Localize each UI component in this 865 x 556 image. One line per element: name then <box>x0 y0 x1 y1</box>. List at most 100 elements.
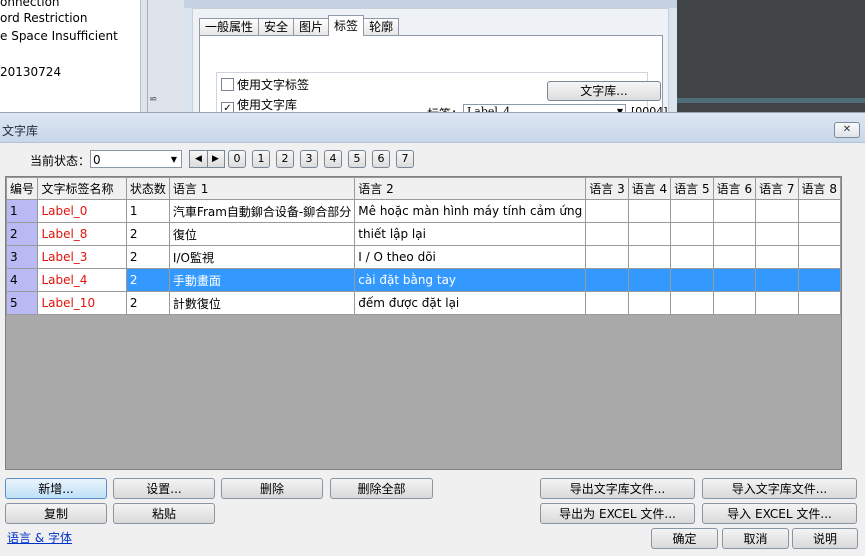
language8-cell[interactable] <box>797 268 842 292</box>
language3-cell[interactable] <box>585 268 629 292</box>
row-id[interactable]: 2 <box>5 222 39 246</box>
state-button-1[interactable]: 1 <box>252 150 270 168</box>
state-count-cell[interactable]: 1 <box>125 199 170 223</box>
column-header[interactable]: 语言 7 <box>755 177 799 200</box>
language5-cell[interactable] <box>670 245 714 269</box>
row-id[interactable]: 1 <box>5 199 39 223</box>
tab-outline[interactable]: 轮廓 <box>363 18 400 36</box>
import-excel-button[interactable]: 导入 EXCEL 文件... <box>702 503 857 524</box>
delete-all-button[interactable]: 删除全部 <box>330 478 433 499</box>
import-library-button[interactable]: 导入文字库文件... <box>702 478 857 499</box>
language5-cell[interactable] <box>670 268 714 292</box>
language6-cell[interactable] <box>712 291 757 315</box>
language5-cell[interactable] <box>670 291 714 315</box>
language4-cell[interactable] <box>627 222 672 246</box>
language2-cell[interactable]: đếm được đặt lại <box>354 291 587 315</box>
state-button-0[interactable]: 0 <box>228 150 246 168</box>
column-header[interactable]: 语言 4 <box>627 177 672 200</box>
table-row[interactable]: 5 Label_10 2 計數復位 đếm được đặt lại <box>5 291 842 315</box>
language4-cell[interactable] <box>627 291 672 315</box>
language3-cell[interactable] <box>585 291 629 315</box>
state-count-cell[interactable]: 2 <box>125 291 170 315</box>
export-excel-button[interactable]: 导出为 EXCEL 文件... <box>540 503 695 524</box>
language8-cell[interactable] <box>797 291 842 315</box>
close-icon[interactable]: ✕ <box>834 122 860 138</box>
settings-button[interactable]: 设置... <box>113 478 215 499</box>
column-header[interactable]: 语言 6 <box>712 177 757 200</box>
label-name-cell[interactable]: Label_3 <box>37 245 127 269</box>
ok-button[interactable]: 确定 <box>651 528 718 549</box>
column-header[interactable]: 语言 1 <box>168 177 356 200</box>
language4-cell[interactable] <box>627 199 672 223</box>
cancel-button[interactable]: 取消 <box>722 528 789 549</box>
label-name-cell[interactable]: Label_8 <box>37 222 127 246</box>
column-header[interactable]: 语言 8 <box>797 177 842 200</box>
language8-cell[interactable] <box>797 199 842 223</box>
language3-cell[interactable] <box>585 199 629 223</box>
state-count-cell[interactable]: 2 <box>125 268 170 292</box>
state-button-2[interactable]: 2 <box>276 150 294 168</box>
state-button-3[interactable]: 3 <box>300 150 318 168</box>
language7-cell[interactable] <box>755 268 799 292</box>
column-header[interactable]: 语言 3 <box>585 177 629 200</box>
language2-cell[interactable]: Mê hoặc màn hình máy tính cảm ứng <box>354 199 587 223</box>
language2-cell[interactable]: cài đặt bằng tay <box>354 268 587 292</box>
delete-button[interactable]: 删除 <box>221 478 323 499</box>
language3-cell[interactable] <box>585 245 629 269</box>
language1-cell[interactable]: 計數復位 <box>168 291 356 315</box>
state-count-cell[interactable]: 2 <box>125 245 170 269</box>
column-header[interactable]: 文字标签名称 <box>37 177 127 200</box>
previous-state-icon[interactable]: ◀ <box>190 151 208 167</box>
state-button-4[interactable]: 4 <box>324 150 342 168</box>
language6-cell[interactable] <box>712 222 757 246</box>
add-button[interactable]: 新增... <box>5 478 107 499</box>
column-header[interactable]: 状态数 <box>125 177 170 200</box>
language1-cell[interactable]: 汽車Fram自動鉚合设备-鉚合部分 <box>168 199 356 223</box>
language5-cell[interactable] <box>670 222 714 246</box>
language1-cell[interactable]: 手動畫面 <box>168 268 356 292</box>
tab-label[interactable]: 标签 <box>328 15 365 36</box>
language7-cell[interactable] <box>755 291 799 315</box>
language7-cell[interactable] <box>755 199 799 223</box>
tab-general[interactable]: 一般属性 <box>199 18 260 36</box>
language5-cell[interactable] <box>670 199 714 223</box>
paste-button[interactable]: 粘贴 <box>113 503 215 524</box>
checkbox-box[interactable] <box>221 78 234 91</box>
text-library-button[interactable]: 文字库... <box>547 81 661 101</box>
label-name-cell[interactable]: Label_10 <box>37 291 127 315</box>
language1-cell[interactable]: I/O監視 <box>168 245 356 269</box>
state-button-6[interactable]: 6 <box>372 150 390 168</box>
language6-cell[interactable] <box>712 245 757 269</box>
language4-cell[interactable] <box>627 268 672 292</box>
language7-cell[interactable] <box>755 222 799 246</box>
row-id[interactable]: 4 <box>5 268 39 292</box>
language3-cell[interactable] <box>585 222 629 246</box>
language6-cell[interactable] <box>712 268 757 292</box>
language4-cell[interactable] <box>627 245 672 269</box>
column-header[interactable]: 语言 2 <box>354 177 587 200</box>
language1-cell[interactable]: 復位 <box>168 222 356 246</box>
column-header[interactable]: 编号 <box>5 177 39 200</box>
table-row[interactable]: 1 Label_0 1 汽車Fram自動鉚合设备-鉚合部分 Mê hoặc mà… <box>5 199 842 223</box>
table-row[interactable]: 3 Label_3 2 I/O監視 I / O theo dõi <box>5 245 842 269</box>
language6-cell[interactable] <box>712 199 757 223</box>
language7-cell[interactable] <box>755 245 799 269</box>
row-id[interactable]: 3 <box>5 245 39 269</box>
current-state-select[interactable]: 0 ▼ <box>90 150 182 168</box>
language2-cell[interactable]: I / O theo dõi <box>354 245 587 269</box>
export-library-button[interactable]: 导出文字库文件... <box>540 478 695 499</box>
state-button-5[interactable]: 5 <box>348 150 366 168</box>
next-state-icon[interactable]: ▶ <box>207 151 224 167</box>
table-row-selected[interactable]: 4 Label_4 2 手動畫面 cài đặt bằng tay <box>5 268 842 292</box>
tab-security[interactable]: 安全 <box>258 18 295 36</box>
language-font-link[interactable]: 语言 & 字体 <box>7 529 72 546</box>
row-id[interactable]: 5 <box>5 291 39 315</box>
state-button-7[interactable]: 7 <box>396 150 414 168</box>
state-count-cell[interactable]: 2 <box>125 222 170 246</box>
label-name-cell[interactable]: Label_4 <box>37 268 127 292</box>
label-name-cell[interactable]: Label_0 <box>37 199 127 223</box>
column-header[interactable]: 语言 5 <box>670 177 714 200</box>
table-row[interactable]: 2 Label_8 2 復位 thiết lập lại <box>5 222 842 246</box>
tab-picture[interactable]: 图片 <box>293 18 330 36</box>
language8-cell[interactable] <box>797 222 842 246</box>
